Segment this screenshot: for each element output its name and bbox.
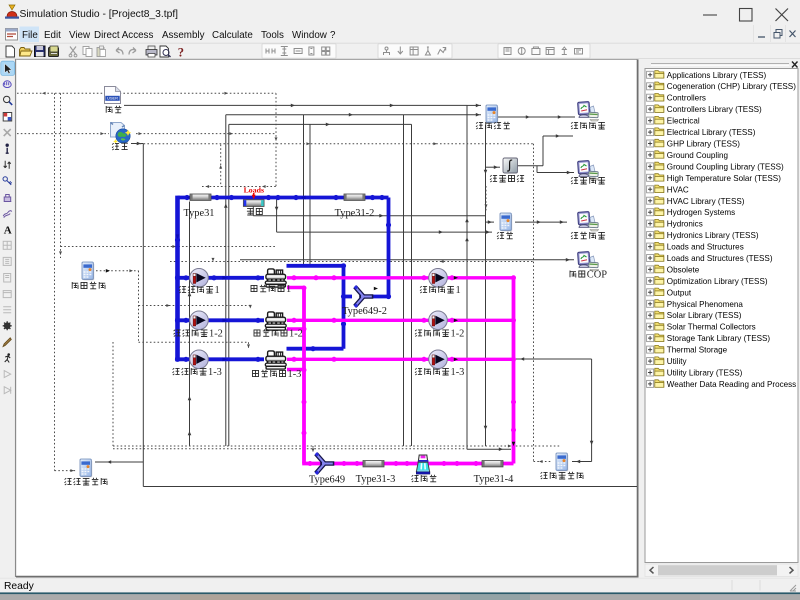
svg-text:Applications Library (TESS): Applications Library (TESS) (667, 71, 767, 80)
svg-text:Controllers: Controllers (667, 94, 706, 103)
svg-text:Controllers Library (TESS): Controllers Library (TESS) (667, 105, 762, 114)
svg-text:Weather Data Reading and Proce: Weather Data Reading and Process (667, 380, 796, 389)
svg-text:Type31-4: Type31-4 (474, 474, 514, 485)
svg-text:File: File (22, 30, 38, 41)
svg-text:Window: Window (292, 30, 328, 41)
svg-text:Cogeneration (CHP) Library (TE: Cogeneration (CHP) Library (TESS) (667, 82, 796, 91)
svg-text:Solar Thermal Collectors: Solar Thermal Collectors (667, 323, 756, 332)
svg-text:1-2: 1-2 (209, 329, 223, 340)
svg-text:Loads and Structures (TESS): Loads and Structures (TESS) (667, 254, 773, 263)
svg-text:Thermal Storage: Thermal Storage (667, 346, 728, 355)
svg-text:Electrical Library (TESS): Electrical Library (TESS) (667, 128, 756, 137)
svg-text:Ground Coupling Library (TESS): Ground Coupling Library (TESS) (667, 162, 784, 171)
svg-text:Electrical: Electrical (667, 117, 700, 126)
svg-text:Obsolete: Obsolete (667, 265, 700, 274)
svg-text:1-3: 1-3 (208, 367, 222, 378)
svg-text:Direct Access: Direct Access (94, 30, 153, 41)
svg-text:Physical Phenomena: Physical Phenomena (667, 300, 744, 309)
svg-text:Utility Library (TESS): Utility Library (TESS) (667, 369, 743, 378)
svg-text:Hydrogen Systems: Hydrogen Systems (667, 208, 735, 217)
svg-text:Output: Output (667, 288, 692, 297)
svg-text:1: 1 (286, 284, 291, 295)
svg-text:Simulation Studio - [Project8_: Simulation Studio - [Project8_3.tpf] (20, 9, 179, 20)
svg-text:Loads and Structures: Loads and Structures (667, 243, 744, 252)
svg-text:1-3: 1-3 (288, 369, 302, 380)
svg-text:Ready: Ready (4, 581, 35, 592)
svg-text:1-3: 1-3 (451, 367, 465, 378)
svg-text:Tools: Tools (261, 30, 284, 41)
svg-text:1-2: 1-2 (451, 329, 465, 340)
svg-text:1: 1 (456, 285, 461, 296)
svg-text:Type649-2: Type649-2 (342, 306, 387, 317)
svg-text:Hydronics: Hydronics (667, 220, 703, 229)
svg-text:Type31: Type31 (183, 208, 214, 219)
svg-text:Assembly: Assembly (162, 30, 205, 41)
svg-text:A: A (4, 225, 12, 237)
svg-text:Hydronics Library (TESS): Hydronics Library (TESS) (667, 231, 759, 240)
svg-text:Type649: Type649 (309, 475, 345, 486)
svg-text:HVAC: HVAC (667, 185, 689, 194)
svg-text:Storage Tank Library (TESS): Storage Tank Library (TESS) (667, 334, 771, 343)
svg-text:?: ? (178, 46, 184, 60)
svg-text:HVAC Library (TESS): HVAC Library (TESS) (667, 197, 745, 206)
svg-text:COP: COP (587, 270, 607, 281)
svg-text:Ground Coupling: Ground Coupling (667, 151, 728, 160)
svg-text:Optimization Library (TESS): Optimization Library (TESS) (667, 277, 768, 286)
svg-text:?: ? (330, 30, 336, 41)
svg-text:1: 1 (215, 285, 220, 296)
svg-text:High Temperature Solar (TESS): High Temperature Solar (TESS) (667, 174, 781, 183)
svg-text:1-2: 1-2 (289, 329, 303, 340)
svg-text:GHP Library (TESS): GHP Library (TESS) (667, 140, 740, 149)
svg-text:Type31-2: Type31-2 (335, 208, 375, 219)
svg-text:Utility: Utility (667, 357, 688, 366)
svg-text:View: View (69, 30, 91, 41)
svg-text:Type31-3: Type31-3 (356, 474, 396, 485)
svg-text:Edit: Edit (44, 30, 61, 41)
svg-text:Solar Library (TESS): Solar Library (TESS) (667, 311, 742, 320)
svg-text:Loads: Loads (244, 185, 264, 194)
svg-text:Calculate: Calculate (212, 30, 253, 41)
